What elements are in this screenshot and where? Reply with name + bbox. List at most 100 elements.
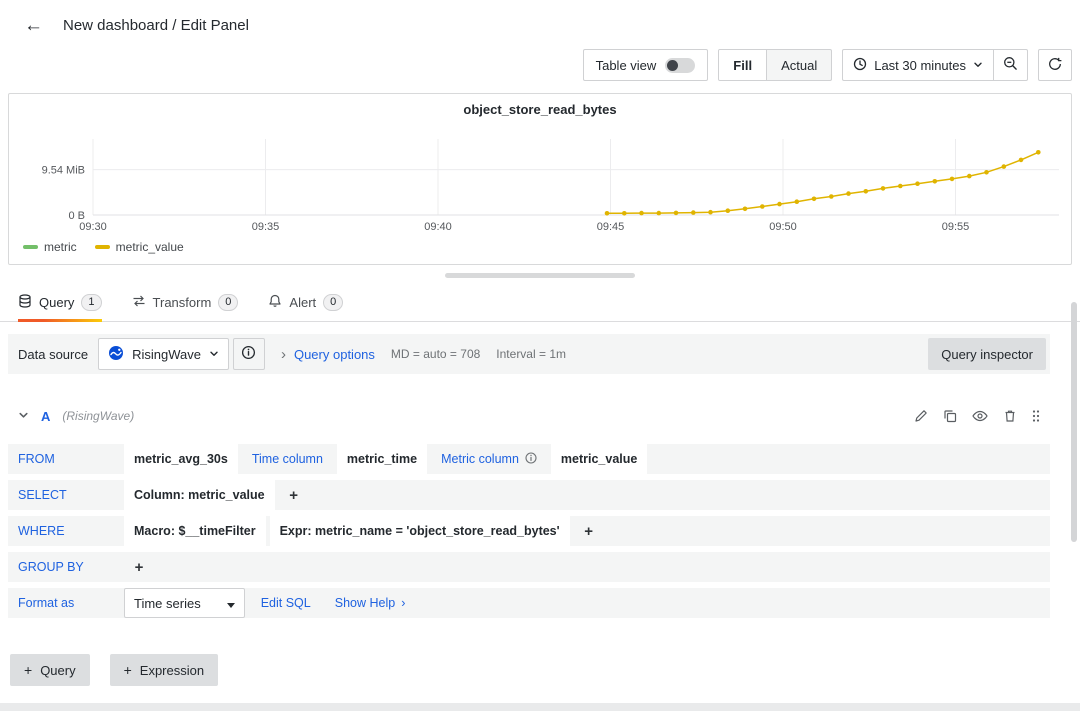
max-data-points-text: MD = auto = 708	[391, 347, 480, 361]
add-select-button[interactable]: +	[279, 480, 309, 510]
legend-swatch-yellow	[95, 245, 110, 249]
fill-actual-segment: Fill Actual	[718, 49, 832, 81]
legend-swatch-green	[23, 245, 38, 249]
fill-button[interactable]: Fill	[719, 50, 767, 80]
from-table-segment[interactable]: metric_avg_30s	[124, 444, 238, 474]
tab-alert[interactable]: Alert 0	[268, 284, 343, 321]
tab-label: Query	[39, 295, 74, 310]
where-macro-segment[interactable]: Macro: $__timeFilter	[124, 516, 266, 546]
caret-down-icon	[227, 596, 235, 611]
panel-title[interactable]: object_store_read_bytes	[9, 94, 1071, 119]
select-column-segment[interactable]: Column: metric_value	[124, 480, 275, 510]
zoom-out-icon	[1003, 56, 1018, 74]
plus-icon: +	[24, 662, 32, 678]
chart-legend: metric metric_value	[9, 237, 1071, 257]
toggle-knob	[667, 60, 678, 71]
svg-text:0 B: 0 B	[68, 210, 85, 222]
tab-count-badge: 0	[218, 294, 238, 311]
clock-icon	[853, 57, 867, 74]
add-query-button[interactable]: + Query	[10, 654, 90, 686]
trash-icon[interactable]	[1003, 409, 1017, 423]
bottom-actions: + Query + Expression	[10, 654, 1080, 686]
select-keyword: SELECT	[18, 488, 124, 502]
where-row: WHERE Macro: $__timeFilter Expr: metric_…	[8, 516, 1050, 546]
group-by-keyword: GROUP BY	[18, 560, 124, 574]
info-circle-icon	[241, 345, 256, 363]
tab-transform[interactable]: Transform 0	[132, 284, 239, 321]
refresh-button[interactable]	[1038, 49, 1072, 81]
from-keyword: FROM	[18, 452, 124, 466]
panel-resize-handle[interactable]	[445, 273, 635, 278]
query-options-toggle[interactable]: › Query options	[281, 347, 375, 362]
where-expr-segment[interactable]: Expr: metric_name = 'object_store_read_b…	[270, 516, 570, 546]
time-column-segment[interactable]: metric_time	[337, 444, 427, 474]
metric-column-info-icon[interactable]	[525, 452, 537, 467]
metric-column-segment[interactable]: metric_value	[551, 444, 647, 474]
show-help-link[interactable]: Show Help ›	[325, 588, 416, 618]
vertical-scrollbar[interactable]	[1071, 302, 1077, 542]
bottom-scroll-strip	[0, 703, 1080, 711]
actual-button[interactable]: Actual	[767, 50, 831, 80]
header: ← New dashboard / Edit Panel	[0, 0, 1080, 43]
duplicate-icon[interactable]	[943, 409, 957, 423]
risingwave-logo-icon	[108, 345, 124, 364]
query-actions	[914, 409, 1040, 423]
edit-pencil-icon[interactable]	[914, 409, 928, 423]
time-series-chart[interactable]: 09:3009:3509:4009:4509:5009:550 B9.54 Mi…	[9, 119, 1069, 237]
refresh-icon	[1048, 57, 1062, 74]
format-as-label: Format as	[18, 596, 124, 610]
tab-label: Alert	[289, 295, 316, 310]
datasource-help-button[interactable]	[233, 338, 265, 370]
tab-label: Transform	[153, 295, 212, 310]
time-range-label: Last 30 minutes	[874, 58, 966, 73]
transform-icon	[132, 294, 146, 311]
chevron-down-icon	[209, 347, 219, 362]
legend-item-metric[interactable]: metric	[23, 240, 77, 254]
format-select[interactable]: Time series	[124, 588, 245, 618]
select-row: SELECT Column: metric_value +	[8, 480, 1050, 510]
grafana-edit-panel-page: ← New dashboard / Edit Panel Table view …	[0, 0, 1080, 711]
svg-text:09:45: 09:45	[597, 221, 625, 233]
zoom-out-button[interactable]	[993, 49, 1028, 81]
eye-icon[interactable]	[972, 410, 988, 422]
drag-grip-icon[interactable]	[1032, 409, 1040, 423]
query-inspector-button[interactable]: Query inspector	[928, 338, 1046, 370]
bell-icon	[268, 294, 282, 311]
tab-query[interactable]: Query 1	[18, 284, 102, 321]
table-view-label: Table view	[596, 58, 657, 73]
datasource-name: RisingWave	[132, 347, 201, 362]
datasource-picker[interactable]: RisingWave	[98, 338, 229, 370]
time-range-picker[interactable]: Last 30 minutes	[842, 49, 994, 81]
legend-item-metric-value[interactable]: metric_value	[95, 240, 184, 254]
time-column-label: Time column	[242, 444, 333, 474]
group-by-row: GROUP BY +	[8, 552, 1050, 582]
plus-icon: +	[124, 662, 132, 678]
chart-panel: object_store_read_bytes 09:3009:3509:400…	[8, 93, 1072, 265]
svg-text:09:40: 09:40	[424, 221, 452, 233]
datasource-row: Data source RisingWave › Query options M…	[8, 334, 1050, 374]
back-arrow-icon[interactable]: ←	[24, 16, 43, 35]
svg-text:9.54 MiB: 9.54 MiB	[42, 165, 85, 177]
add-expression-button[interactable]: + Expression	[110, 654, 219, 686]
tab-count-badge: 0	[323, 294, 343, 311]
format-select-value: Time series	[134, 596, 201, 611]
editor-tabs: Query 1 Transform 0 Alert 0	[0, 284, 1080, 322]
page-title: New dashboard / Edit Panel	[63, 17, 249, 34]
legend-label: metric	[44, 240, 77, 254]
collapse-chevron-icon[interactable]	[18, 409, 29, 424]
chevron-down-icon	[973, 58, 983, 73]
tab-count-badge: 1	[81, 294, 101, 311]
chevron-right-icon: ›	[281, 347, 286, 362]
edit-sql-link[interactable]: Edit SQL	[251, 588, 321, 618]
from-row: FROM metric_avg_30s Time column metric_t…	[8, 444, 1050, 474]
add-group-by-button[interactable]: +	[124, 552, 154, 582]
interval-text: Interval = 1m	[496, 347, 566, 361]
query-ref-id: A	[41, 409, 50, 424]
metric-column-label: Metric column	[431, 444, 547, 474]
add-where-button[interactable]: +	[574, 516, 604, 546]
database-icon	[18, 294, 32, 311]
query-datasource-hint: (RisingWave)	[62, 409, 134, 423]
table-view-toggle[interactable]	[665, 58, 695, 73]
panel-toolbar: Table view Fill Actual Last 30 minutes	[0, 43, 1080, 93]
table-view-control[interactable]: Table view	[583, 49, 709, 81]
